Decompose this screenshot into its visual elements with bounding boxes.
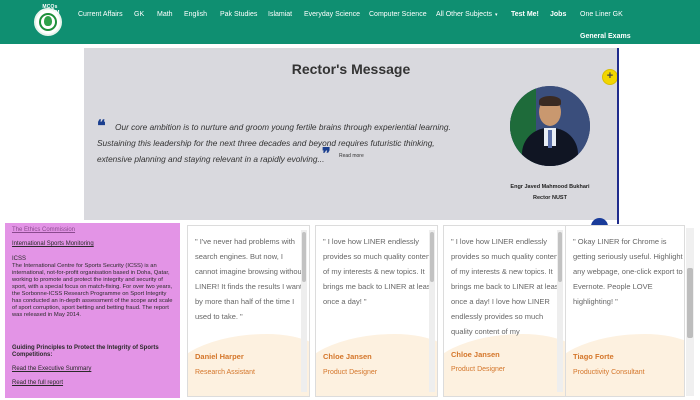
testimonial-quote: " I love how LINER endlessly provides so… xyxy=(451,237,561,336)
right-gutter xyxy=(620,44,700,222)
ethics-commission-link[interactable]: The Ethics Commission xyxy=(12,227,75,234)
chevron-down-icon: ▾ xyxy=(495,12,498,18)
testimonial-quote: " I love how LINER endlessly provides so… xyxy=(323,237,433,306)
testimonial-name: Chloe Jansen xyxy=(323,352,372,361)
card-wave-decoration xyxy=(566,334,684,396)
nav-all-other-subjects-label: All Other Subjects xyxy=(436,11,493,18)
testimonial-name: Daniel Harper xyxy=(195,352,244,361)
rector-photo xyxy=(510,86,590,166)
executive-summary-link[interactable]: Read the Executive Summary xyxy=(12,366,91,373)
nav-all-other-subjects[interactable]: All Other Subjects ▾ xyxy=(436,11,498,18)
sports-monitoring-link[interactable]: International Sports Monitoring xyxy=(12,241,94,248)
rector-quote-line-3: extensive planning and staying relevant … xyxy=(97,154,325,164)
ethics-panel: The Ethics Commission International Spor… xyxy=(5,223,180,398)
card-scroll-thumb[interactable] xyxy=(558,232,562,282)
rector-quote: Our core ambition is to nurture and groo… xyxy=(97,119,457,167)
rector-caption: Engr Javed Mahmood Bukhari Rector NUST xyxy=(490,182,610,204)
rector-quote-line-2: Sustaining this leadership for the next … xyxy=(97,138,435,148)
logo-leaf-icon xyxy=(44,16,52,26)
icss-description: The International Centre for Sports Secu… xyxy=(12,263,173,318)
nav-english[interactable]: English xyxy=(184,11,207,18)
testimonial-name: Tiago Forte xyxy=(573,352,614,361)
close-quote-icon: ❞ xyxy=(322,144,331,163)
nav-current-affairs[interactable]: Current Affairs xyxy=(78,11,123,18)
card-scroll-thumb[interactable] xyxy=(430,232,434,282)
testimonial-card: " I love how LINER endlessly provides so… xyxy=(443,225,566,397)
rector-designation: Rector NUST xyxy=(533,195,567,201)
card-wave-decoration xyxy=(188,334,309,396)
site-logo[interactable]: MCQs FORUM xyxy=(34,4,62,36)
top-navbar: MCQs FORUM Current Affairs GK Math Engli… xyxy=(0,0,700,44)
nav-test-me[interactable]: Test Me! xyxy=(511,11,539,18)
card-scroll-thumb[interactable] xyxy=(302,232,306,282)
nav-pak-studies[interactable]: Pak Studies xyxy=(220,11,257,18)
rector-name: Engr Javed Mahmood Bukhari xyxy=(510,184,590,190)
testimonials-scroll-thumb[interactable] xyxy=(687,268,693,338)
testimonial-role: Product Designer xyxy=(323,369,378,376)
panel-edge-divider xyxy=(617,48,619,224)
testimonial-card: " I love how LINER endlessly provides so… xyxy=(315,225,438,397)
testimonial-role: Productivity Consultant xyxy=(573,369,645,376)
plus-button[interactable]: + xyxy=(602,69,618,85)
testimonials-scrollbar[interactable] xyxy=(686,228,694,396)
nav-islamiat[interactable]: Islamiat xyxy=(268,11,292,18)
nav-general-exams[interactable]: General Exams xyxy=(580,33,631,40)
nav-math[interactable]: Math xyxy=(157,11,173,18)
card-wave-decoration xyxy=(316,334,437,396)
full-report-link[interactable]: Read the full report xyxy=(12,380,63,387)
read-more-link[interactable]: Read more xyxy=(339,153,364,159)
testimonial-card: " Okay LINER for Chrome is getting serio… xyxy=(565,225,685,397)
nav-jobs[interactable]: Jobs xyxy=(550,11,566,18)
testimonial-quote: " I've never had problems with search en… xyxy=(195,237,304,321)
testimonial-name: Chloe Jansen xyxy=(451,350,500,359)
testimonial-role: Product Designer xyxy=(451,366,506,373)
nav-computer-science[interactable]: Computer Science xyxy=(369,11,427,18)
nav-everyday-science[interactable]: Everyday Science xyxy=(304,11,360,18)
nav-one-liner-gk[interactable]: One Liner GK xyxy=(580,11,623,18)
icss-heading: ICSS xyxy=(12,256,27,262)
rector-quote-line-1: Our core ambition is to nurture and groo… xyxy=(115,122,451,132)
testimonial-card: " I've never had problems with search en… xyxy=(187,225,310,397)
rector-title: Rector's Message xyxy=(291,61,411,77)
guiding-principles-heading: Guiding Principles to Protect the Integr… xyxy=(12,345,159,358)
testimonial-role: Research Assistant xyxy=(195,369,255,376)
left-gutter xyxy=(0,44,84,222)
nav-gk[interactable]: GK xyxy=(134,11,144,18)
testimonial-quote: " Okay LINER for Chrome is getting serio… xyxy=(573,237,683,306)
